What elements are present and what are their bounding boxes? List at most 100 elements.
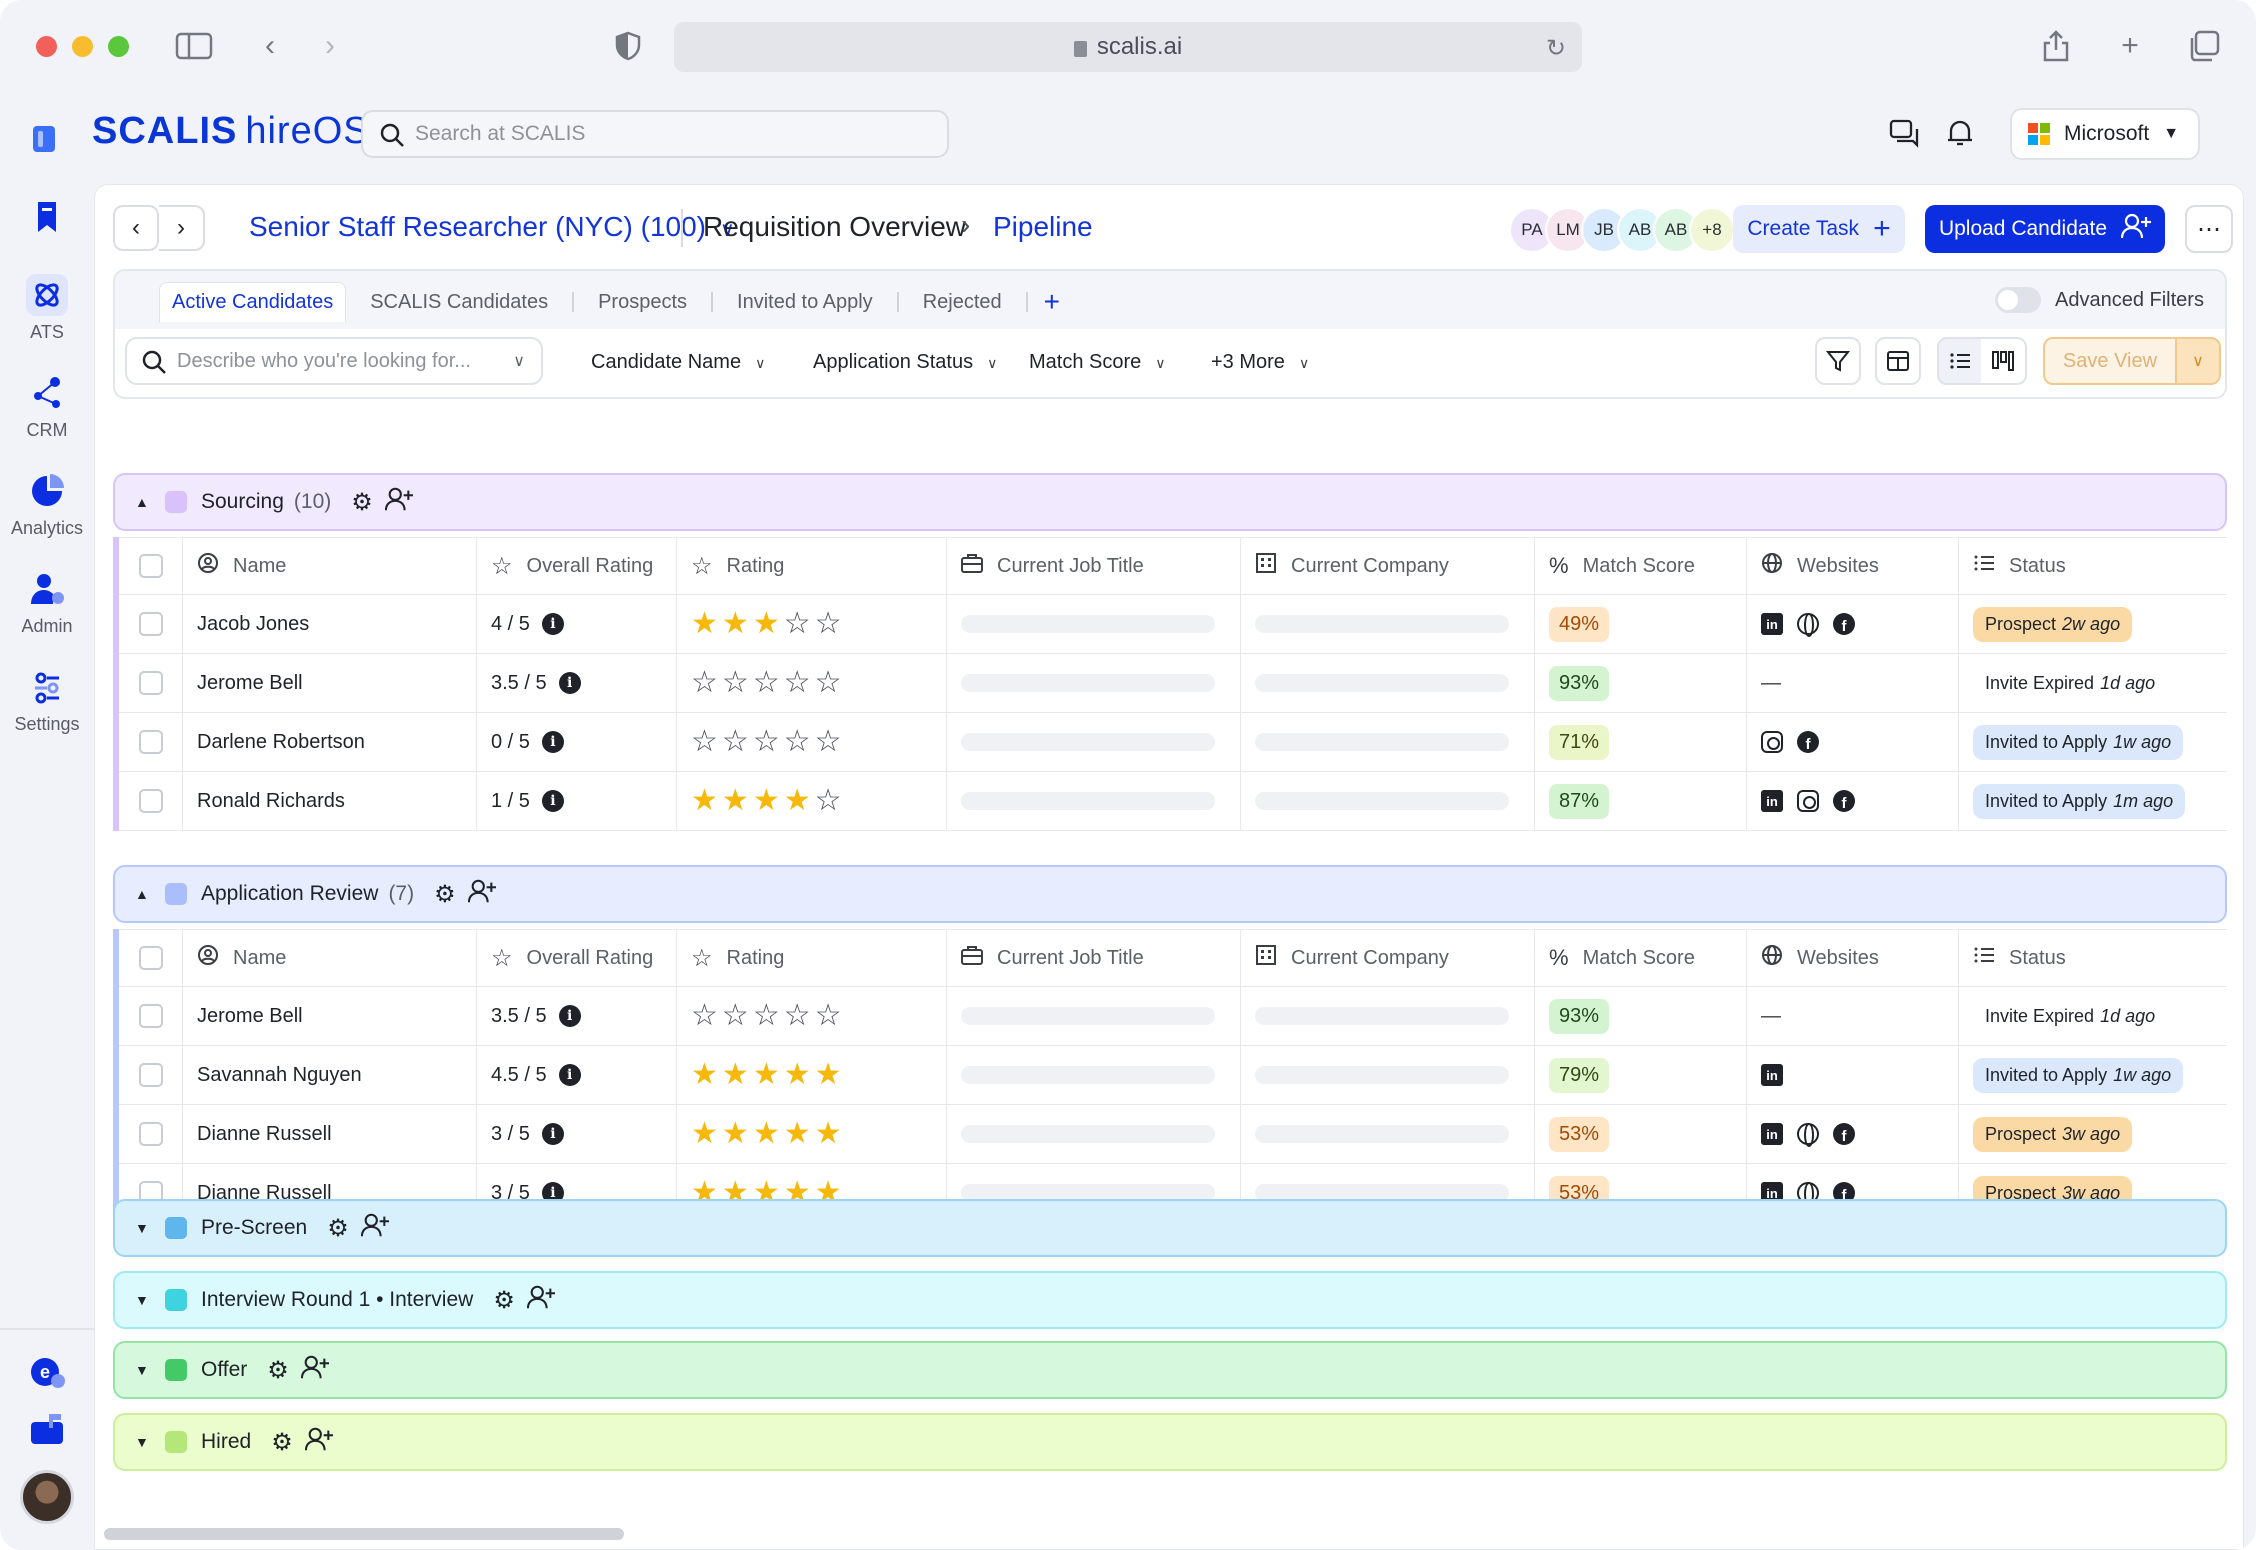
brand-logo[interactable]: SCALIS hireOS [92,110,370,153]
star-outline-icon[interactable]: ☆ [691,725,722,758]
gear-icon[interactable]: ⚙ [267,1356,289,1385]
star-outline-icon[interactable]: ☆ [722,725,753,758]
tab-overview-icon[interactable] [2184,26,2224,66]
status-badge[interactable]: Prospect 2w ago [1973,606,2133,642]
info-icon[interactable]: i [558,1064,581,1086]
row-checkbox[interactable] [138,612,163,636]
kanban-view-button[interactable] [1981,337,2027,385]
user-add-icon[interactable] [384,486,413,518]
organization-switcher[interactable]: Microsoft ▼ [2010,108,2200,160]
column-header-current-company[interactable]: Current Company [1241,538,1535,594]
list-view-button[interactable] [1937,337,1983,385]
star-rating[interactable]: ★★★★★ [691,1060,846,1090]
table-row[interactable]: Jerome Bell 3.5 / 5 i ☆☆☆☆☆ 93% — Invite Expir… [119,987,2227,1046]
candidate-name-cell[interactable]: Jerome Bell [183,987,477,1045]
tab-active-candidates[interactable]: Active Candidates [159,282,347,322]
create-task-button[interactable]: Create Task + [1733,205,1905,253]
info-icon[interactable]: i [541,790,564,812]
mailbox-icon[interactable] [0,1410,94,1450]
star-filled-icon[interactable]: ★ [722,1058,753,1091]
previous-requisition-button[interactable]: ‹ [113,205,159,251]
star-filled-icon[interactable]: ★ [784,1058,815,1091]
linkedin-icon[interactable]: in [1761,1064,1783,1086]
candidate-name[interactable]: Dianne Russell [197,1123,332,1146]
stage-header-sourcing[interactable]: ▲ Sourcing (10) ⚙ [113,473,2227,531]
star-outline-icon[interactable]: ☆ [691,999,722,1032]
column-header-rating[interactable]: ☆ Rating [677,930,947,986]
filter-button[interactable] [1815,337,1861,385]
row-checkbox[interactable] [138,789,163,813]
save-view-button[interactable]: Save View ∨ [2043,337,2221,385]
row-checkbox[interactable] [138,671,163,695]
expand-triangle-icon[interactable]: ▼ [135,1220,165,1236]
help-icon[interactable]: e [0,1352,94,1392]
column-header-status[interactable]: Status [1959,538,2227,594]
collapse-triangle-icon[interactable]: ▲ [135,494,165,510]
star-outline-icon[interactable]: ☆ [753,999,784,1032]
sidebar-item-analytics[interactable]: Analytics [0,470,94,539]
select-all-checkbox[interactable] [138,554,163,578]
status-badge[interactable]: Prospect 3w ago [1973,1116,2133,1152]
star-rating[interactable]: ☆☆☆☆☆ [691,668,846,698]
user-add-icon[interactable] [360,1212,389,1244]
candidate-name-cell[interactable]: Darlene Robertson [183,713,477,771]
star-rating[interactable]: ★★★★★ [691,1119,846,1149]
stage-header-offer[interactable]: ▼ Offer ⚙ [113,1341,2227,1399]
star-filled-icon[interactable]: ★ [722,607,753,640]
zoom-window-button[interactable] [108,36,129,57]
address-bar[interactable]: scalis.ai ↻ [674,22,1582,72]
star-outline-icon[interactable]: ☆ [784,607,815,640]
shield-icon[interactable] [608,26,648,66]
star-outline-icon[interactable]: ☆ [815,784,846,817]
candidate-name-cell[interactable]: Ronald Richards [183,772,477,830]
expand-triangle-icon[interactable]: ▼ [135,1362,165,1378]
gear-icon[interactable]: ⚙ [351,488,373,517]
tab-scalis-candidates[interactable]: SCALIS Candidates [358,283,560,322]
status-badge[interactable]: Invite Expired 1d ago [1973,998,2168,1034]
column-header-rating[interactable]: ☆ Rating [677,538,947,594]
column-header-overall-rating[interactable]: ☆ Overall Rating [477,538,677,594]
candidate-name-cell[interactable]: Jerome Bell [183,654,477,712]
linkedin-icon[interactable]: in [1761,613,1783,635]
info-icon[interactable]: i [558,1005,581,1027]
gear-icon[interactable]: ⚙ [271,1428,293,1457]
facebook-icon[interactable]: f [1797,731,1819,753]
instagram-icon[interactable] [1797,790,1819,812]
column-header-websites[interactable]: Websites [1747,930,1959,986]
globe-icon[interactable] [1797,613,1819,637]
horizontal-scrollbar[interactable] [104,1528,624,1540]
column-header-match-score[interactable]: % Match Score [1535,538,1747,594]
app-logo-icon[interactable] [33,126,55,152]
column-header-name[interactable]: Name [183,930,477,986]
more-filters-dropdown[interactable]: +3 More ∨ [1211,351,1309,374]
select-all-checkbox[interactable] [138,946,163,970]
sidebar-item-crm[interactable]: CRM [0,372,94,441]
stage-header-application-review[interactable]: ▲ Application Review (7) ⚙ [113,865,2227,923]
star-outline-icon[interactable]: ☆ [691,666,722,699]
column-header-status[interactable]: Status [1959,930,2227,986]
user-add-icon[interactable] [526,1284,555,1316]
requisition-selector[interactable]: Senior Staff Researcher (NYC) (100) ∨ [249,211,735,243]
candidate-name-cell[interactable]: Dianne Russell [183,1105,477,1163]
star-filled-icon[interactable]: ★ [691,1058,722,1091]
collapse-triangle-icon[interactable]: ▲ [135,886,165,902]
star-outline-icon[interactable]: ☆ [722,666,753,699]
advanced-filters-toggle[interactable]: Advanced Filters [1995,287,2204,313]
gear-icon[interactable]: ⚙ [493,1286,515,1315]
star-rating[interactable]: ★★★☆☆ [691,609,846,639]
chat-icon[interactable] [1888,118,1920,157]
candidate-name-cell[interactable]: Jacob Jones [183,595,477,653]
row-checkbox[interactable] [138,1063,163,1087]
user-add-icon[interactable] [467,878,496,910]
close-window-button[interactable] [36,36,57,57]
star-outline-icon[interactable]: ☆ [784,999,815,1032]
star-outline-icon[interactable]: ☆ [815,607,846,640]
info-icon[interactable]: i [541,613,564,635]
star-filled-icon[interactable]: ★ [753,784,784,817]
star-filled-icon[interactable]: ★ [691,607,722,640]
breadcrumb-requisition-overview[interactable]: Requisition Overview [703,211,966,243]
row-checkbox[interactable] [138,1004,163,1028]
candidate-name[interactable]: Savannah Nguyen [197,1064,362,1087]
facebook-icon[interactable]: f [1833,1123,1855,1145]
forward-icon[interactable]: › [310,26,350,66]
